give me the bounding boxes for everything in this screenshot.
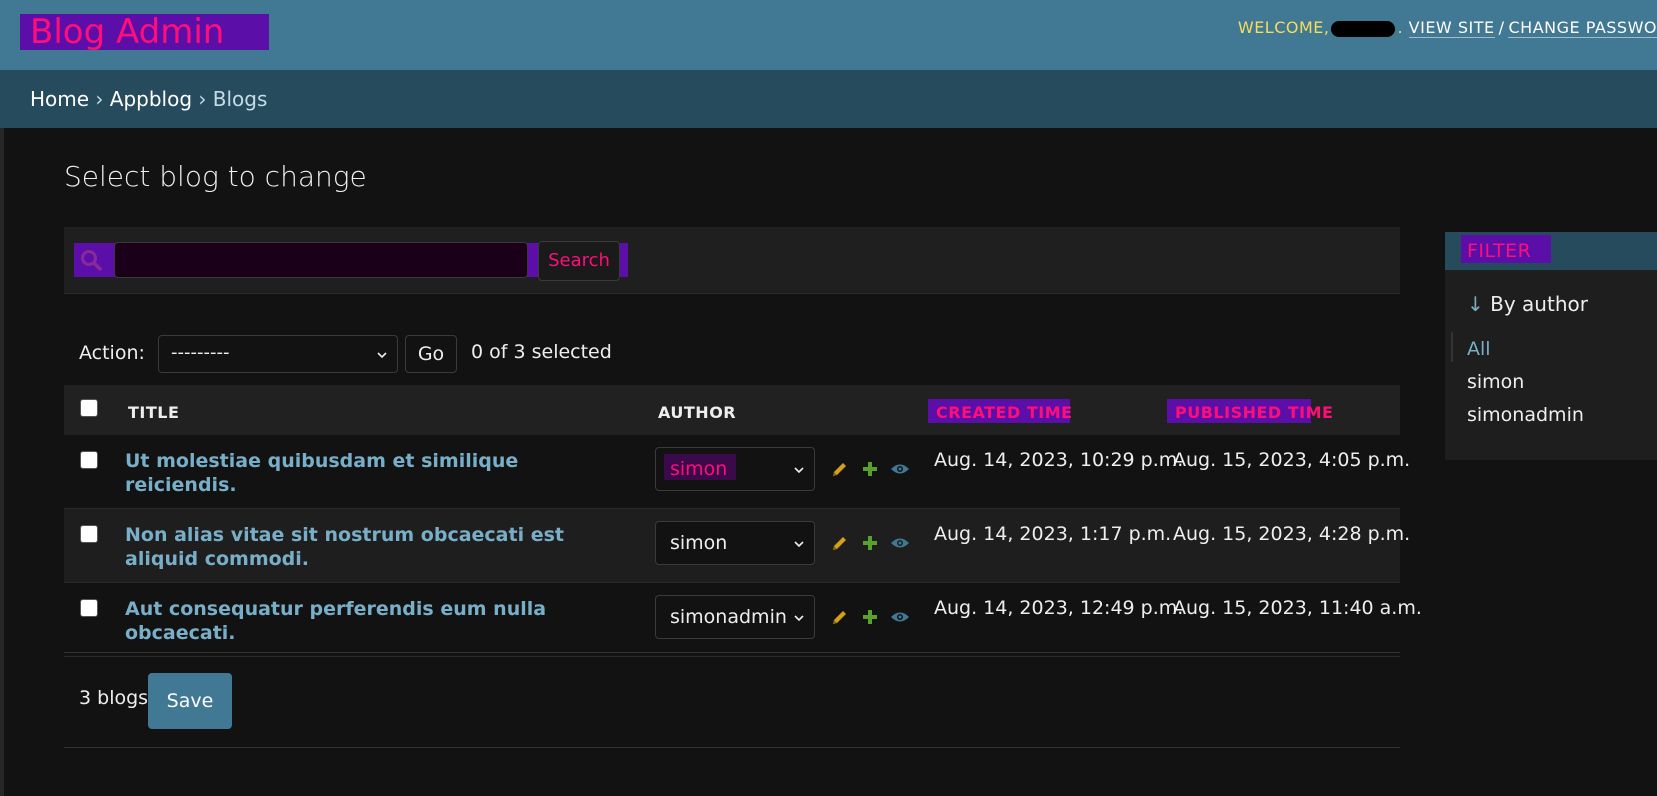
column-header-author[interactable]: AUTHOR [658,403,736,422]
author-select-value: simon [670,458,728,480]
separator: / [1498,18,1505,37]
created-time: Aug. 14, 2023, 1:17 p.m. [934,523,1172,545]
redacted-username [1331,20,1396,37]
pencil-icon[interactable] [830,607,850,627]
action-select[interactable]: --------- [158,335,398,373]
selected-count: 0 of 3 selected [471,341,612,363]
search-toolbar: Search [64,227,1400,294]
row-checkbox[interactable] [80,599,98,617]
breadcrumb: Home › Appblog › Blogs [0,70,1657,128]
plus-icon[interactable] [860,459,880,479]
filter-title: FILTER [1467,240,1532,262]
search-button[interactable]: Search [538,241,620,281]
action-label: Action: [79,342,145,364]
breadcrumb-separator: › [198,87,207,111]
filter-panel: FILTER ↓ By author All simon simonadmin [1445,232,1657,460]
nav-sidebar-edge [0,128,4,796]
breadcrumb-home[interactable]: Home [30,87,89,111]
table-header: TITLE AUTHOR CREATED TIME PUBLISHED TIME [64,385,1400,435]
go-button[interactable]: Go [405,335,457,373]
eye-icon[interactable] [890,607,910,627]
action-select-value: --------- [171,342,230,363]
result-count: 3 blogs [79,687,149,709]
author-select-value: simonadmin [670,606,787,628]
plus-icon[interactable] [860,533,880,553]
filter-by-label: By author [1490,292,1588,316]
table-row: Aut consequatur perferendis eum nulla ob… [64,583,1422,657]
header: Blog Admin WELCOME,. VIEW SITE / CHANGE PA… [0,0,1657,70]
row-checkbox[interactable] [80,451,98,469]
search-input[interactable] [114,242,528,278]
filter-option-simonadmin[interactable]: simonadmin [1467,404,1584,426]
breadcrumb-appblog[interactable]: Appblog [110,87,192,111]
table-row: Ut molestiae quibusdam et similique reic… [64,435,1410,509]
column-header-published-label: PUBLISHED TIME [1175,403,1334,422]
page-title: Select blog to change [64,160,367,193]
row-checkbox[interactable] [80,525,98,543]
branding[interactable]: Blog Admin [20,14,269,50]
view-site-link[interactable]: VIEW SITE [1408,18,1495,38]
welcome-text: WELCOME, [1237,18,1330,37]
author-select[interactable]: simonadmin [655,595,815,639]
blog-title-link[interactable]: Aut consequatur perferendis eum nulla ob… [125,597,585,645]
published-time: Aug. 15, 2023, 4:05 p.m. [1173,449,1411,471]
filter-option-all[interactable]: All [1467,338,1491,360]
table-row: Non alias vitae sit nostrum obcaecati es… [64,509,1410,583]
plus-icon[interactable] [860,607,880,627]
author-select-value: simon [670,532,728,554]
eye-icon[interactable] [890,533,910,553]
eye-icon[interactable] [890,459,910,479]
filter-selected-marker [1451,332,1453,362]
results-table: TITLE AUTHOR CREATED TIME PUBLISHED TIME… [64,385,1422,657]
chevron-down-icon [377,352,387,359]
column-header-created-label: CREATED TIME [936,403,1073,422]
published-time: Aug. 15, 2023, 4:28 p.m. [1173,523,1411,545]
user-tools: WELCOME,. VIEW SITE / CHANGE PASSWO [1237,18,1657,38]
pencil-icon[interactable] [830,533,850,553]
chevron-down-icon [794,467,804,474]
author-select[interactable]: simon [655,521,815,565]
breadcrumb-current: Blogs [212,87,268,111]
created-time: Aug. 14, 2023, 10:29 p.m. [934,449,1184,471]
filter-by-author[interactable]: ↓ By author [1467,292,1588,316]
column-header-published[interactable]: PUBLISHED TIME [1167,399,1334,423]
blog-title-link[interactable]: Non alias vitae sit nostrum obcaecati es… [125,523,585,571]
arrow-down-icon: ↓ [1467,292,1484,316]
save-button[interactable]: Save [148,673,232,729]
column-header-title[interactable]: TITLE [128,403,179,422]
author-select[interactable]: simon [655,447,815,491]
filter-header: FILTER [1445,232,1657,270]
filter-option-simon[interactable]: simon [1467,371,1524,393]
chevron-down-icon [794,541,804,548]
breadcrumb-separator: › [95,87,104,111]
change-password-link[interactable]: CHANGE PASSWO [1508,18,1657,38]
site-name[interactable]: Blog Admin [30,14,224,50]
pencil-icon[interactable] [830,459,850,479]
search-icon [81,250,102,271]
chevron-down-icon [794,615,804,622]
select-all-checkbox[interactable] [80,399,98,417]
published-time: Aug. 15, 2023, 11:40 a.m. [1173,597,1422,619]
paginator: 3 blogs Save [64,652,1400,748]
created-time: Aug. 14, 2023, 12:49 p.m. [934,597,1184,619]
column-header-created[interactable]: CREATED TIME [928,399,1073,423]
blog-title-link[interactable]: Ut molestiae quibusdam et similique reic… [125,449,585,497]
